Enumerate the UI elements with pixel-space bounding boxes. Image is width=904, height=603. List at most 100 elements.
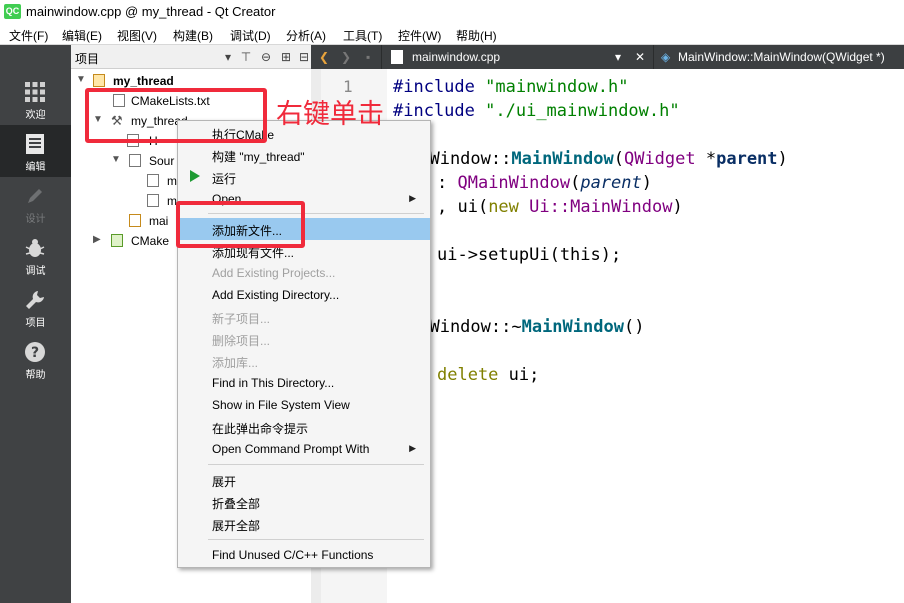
code-token: #include bbox=[393, 77, 475, 97]
dropdown-arrow-icon[interactable]: ▾ bbox=[221, 50, 235, 64]
code-token: MainWindow bbox=[521, 317, 624, 337]
code-token: ) bbox=[672, 197, 683, 217]
mode-sidebar: 欢迎 编辑 设计 调试 项目 ? 帮助 bbox=[0, 45, 71, 603]
submenu-arrow-icon: ▶ bbox=[409, 443, 416, 453]
code-line: , ui(new Ui::MainWindow) bbox=[437, 197, 683, 217]
expanded-arrow-icon[interactable]: ▼ bbox=[76, 74, 86, 85]
code-token: QWidget bbox=[623, 149, 696, 169]
menu-item-label: 在此弹出命令提示 bbox=[212, 422, 309, 436]
submenu-arrow-icon: ▶ bbox=[409, 193, 416, 203]
menu-item-remove-project[interactable]: 删除项目... bbox=[178, 328, 430, 350]
window-title: mainwindow.cpp @ my_thread - Qt Creator bbox=[26, 4, 276, 19]
filter-icon[interactable]: ⊤ bbox=[239, 50, 253, 64]
menu-item-add-existing-projects[interactable]: Add Existing Projects... bbox=[178, 262, 430, 284]
menu-separator bbox=[208, 539, 424, 540]
menu-item-open-command-prompt-with[interactable]: Open Command Prompt With ▶ bbox=[178, 438, 430, 460]
code-line: inWindow::~MainWindow() bbox=[409, 317, 644, 337]
current-file-name[interactable]: mainwindow.cpp bbox=[412, 50, 500, 64]
code-token: "mainwindow.h" bbox=[485, 77, 629, 97]
tree-item-label: Sour bbox=[149, 154, 175, 168]
link-icon[interactable]: ⊖ bbox=[259, 50, 273, 64]
project-panel-toolbar: 项目 ▾ ⊤ ⊖ ⊞ ⊟ bbox=[71, 45, 311, 69]
mode-projects[interactable]: 项目 bbox=[0, 281, 71, 333]
cpp-file-icon bbox=[147, 174, 159, 187]
menu-item-label: 展开 bbox=[212, 475, 237, 489]
expanded-arrow-icon[interactable]: ▼ bbox=[111, 154, 121, 165]
menu-item-label: 运行 bbox=[212, 172, 237, 186]
collapsed-arrow-icon[interactable]: ▶ bbox=[93, 234, 101, 245]
mode-label: 调试 bbox=[25, 266, 46, 277]
close-panel-icon[interactable]: ⊟ bbox=[297, 50, 311, 64]
code-token: delete bbox=[437, 365, 499, 385]
lock-icon: ▪ bbox=[366, 50, 371, 64]
cmake-folder-icon bbox=[111, 234, 123, 247]
code-token: () bbox=[623, 317, 645, 337]
current-symbol[interactable]: MainWindow::MainWindow(QWidget *) bbox=[678, 50, 885, 64]
back-arrow-icon[interactable]: ❮ bbox=[319, 50, 329, 64]
menu-file[interactable]: 文件(F) bbox=[9, 27, 48, 44]
mode-label: 帮助 bbox=[25, 370, 46, 381]
menu-item-label: 添加库... bbox=[212, 356, 259, 370]
split-icon[interactable]: ⊞ bbox=[279, 50, 293, 64]
menu-item-new-subproject[interactable]: 新子项目... bbox=[178, 306, 430, 328]
tree-item-label: my_thread bbox=[113, 74, 174, 88]
editor-toolbar: ❮ ❯ ▪ mainwindow.cpp ▾ ✕ ◈ MainWindow::M… bbox=[311, 45, 904, 69]
dropdown-arrow-icon[interactable]: ▾ bbox=[615, 50, 621, 64]
menu-item-find-in-directory[interactable]: Find in This Directory... bbox=[178, 372, 430, 394]
menu-edit[interactable]: 编辑(E) bbox=[62, 27, 102, 44]
folder-icon bbox=[129, 154, 141, 167]
menu-tools[interactable]: 工具(T) bbox=[343, 27, 382, 44]
menu-help[interactable]: 帮助(H) bbox=[456, 27, 497, 44]
title-bar: QC mainwindow.cpp @ my_thread - Qt Creat… bbox=[0, 0, 904, 24]
code-token: parent bbox=[580, 173, 642, 193]
menu-item-label: 展开全部 bbox=[212, 519, 261, 533]
project-panel-caption[interactable]: 项目 bbox=[75, 50, 99, 67]
code-token: #include bbox=[393, 101, 475, 121]
menu-view[interactable]: 视图(V) bbox=[117, 27, 157, 44]
menu-item-expand[interactable]: 展开 bbox=[178, 469, 430, 491]
menu-item-show-in-filesystem[interactable]: Show in File System View bbox=[178, 394, 430, 416]
menu-item-run[interactable]: 运行 bbox=[178, 166, 430, 188]
code-token: parent bbox=[716, 149, 778, 169]
menu-item-find-unused-functions[interactable]: Find Unused C/C++ Functions bbox=[178, 544, 430, 566]
menu-item-build[interactable]: 构建 "my_thread" bbox=[178, 144, 430, 166]
menu-item-label: 构建 "my_thread" bbox=[212, 150, 305, 164]
code-token: ( bbox=[570, 173, 581, 193]
menu-item-label: Add Existing Directory... bbox=[212, 288, 340, 302]
mode-label: 欢迎 bbox=[25, 110, 46, 121]
menu-item-open-command-prompt-here[interactable]: 在此弹出命令提示 bbox=[178, 416, 430, 438]
menu-item-add-library[interactable]: 添加库... bbox=[178, 350, 430, 372]
menu-item-label: Add Existing Projects... bbox=[212, 266, 336, 280]
menu-item-expand-all[interactable]: 展开全部 bbox=[178, 513, 430, 535]
file-icon bbox=[391, 50, 403, 64]
menu-item-label: Show in File System View bbox=[212, 398, 350, 412]
menu-item-add-existing-directory[interactable]: Add Existing Directory... bbox=[178, 284, 430, 306]
menu-build[interactable]: 构建(B) bbox=[173, 27, 213, 44]
code-token: ) bbox=[777, 149, 788, 169]
mode-edit[interactable]: 编辑 bbox=[0, 125, 71, 177]
menu-item-label: Find Unused C/C++ Functions bbox=[212, 548, 374, 562]
menu-item-label: 新子项目... bbox=[212, 312, 271, 326]
mode-welcome[interactable]: 欢迎 bbox=[0, 73, 71, 125]
context-menu: 执行CMake 构建 "my_thread" 运行 Open... ▶ 添加新文件… bbox=[177, 120, 431, 568]
menu-bar: 文件(F) 编辑(E) 视图(V) 构建(B) 调试(D) 分析(A) 工具(T… bbox=[0, 24, 904, 45]
close-file-icon[interactable]: ✕ bbox=[635, 50, 645, 64]
menu-controls[interactable]: 控件(W) bbox=[398, 27, 441, 44]
mode-design[interactable]: 设计 bbox=[0, 177, 71, 229]
menu-item-label: Find in This Directory... bbox=[212, 376, 335, 390]
tree-item-label: mai bbox=[149, 214, 169, 228]
menu-debug[interactable]: 调试(D) bbox=[230, 27, 271, 44]
forward-arrow-icon[interactable]: ❯ bbox=[341, 50, 351, 64]
menu-item-label: 折叠全部 bbox=[212, 497, 261, 511]
menu-item-label: 删除项目... bbox=[212, 334, 271, 348]
code-line: inWindow::MainWindow(QWidget *parent) bbox=[409, 149, 788, 169]
ui-file-icon bbox=[129, 214, 141, 227]
svg-text:?: ? bbox=[31, 345, 39, 361]
menu-analyze[interactable]: 分析(A) bbox=[286, 27, 326, 44]
code-line: #include "mainwindow.h" bbox=[393, 77, 628, 97]
mode-debug[interactable]: 调试 bbox=[0, 229, 71, 281]
menu-item-collapse-all[interactable]: 折叠全部 bbox=[178, 491, 430, 513]
wrench-icon bbox=[26, 291, 44, 309]
mode-help[interactable]: ? 帮助 bbox=[0, 333, 71, 385]
